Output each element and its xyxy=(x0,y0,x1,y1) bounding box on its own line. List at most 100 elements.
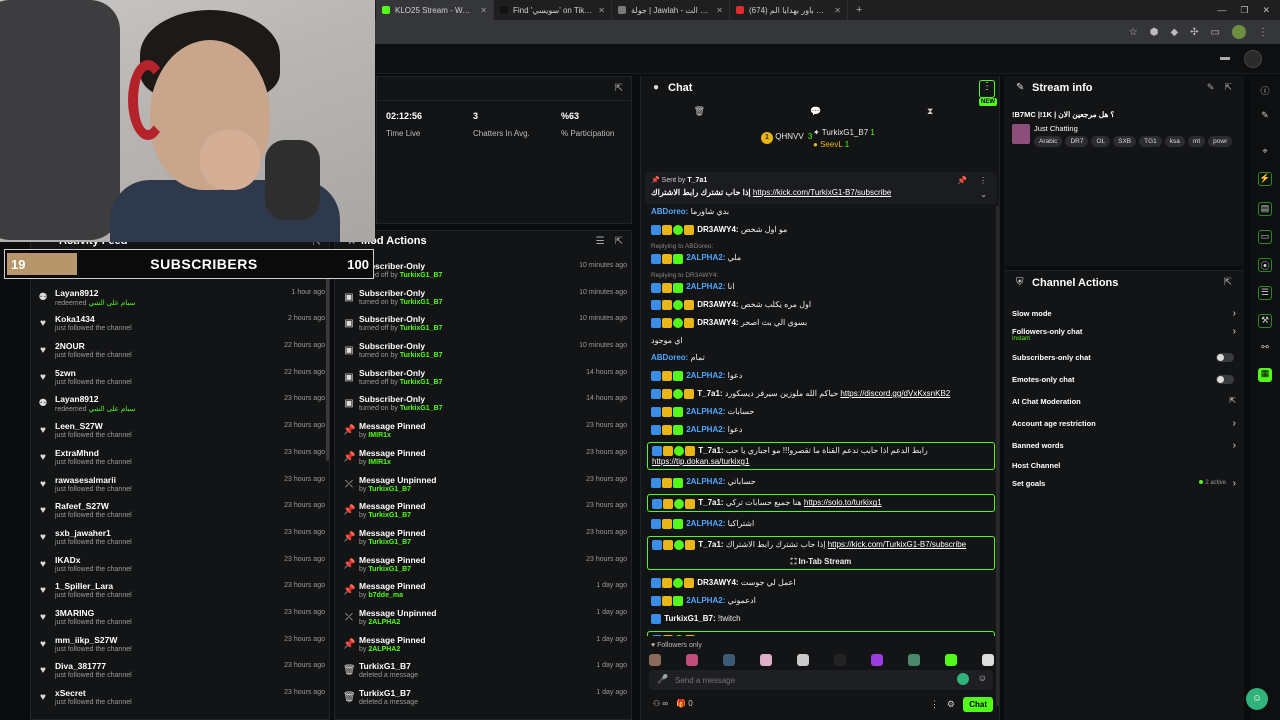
channel-action-row[interactable]: Set goals › 2 active xyxy=(1012,478,1240,493)
chevron-down-icon[interactable]: ⌄ xyxy=(980,190,987,199)
chat-message[interactable]: DR3AWY4: بسوي الي بث اصحر xyxy=(641,317,1001,329)
chat-username[interactable]: T_7a1: xyxy=(698,540,723,549)
activity-item[interactable]: ♥ 5zwn just followed the channel 22 hours a… xyxy=(31,364,329,391)
layout-icon[interactable]: ▬ xyxy=(1220,52,1230,63)
pinned-link[interactable]: https://kick.com/TurkixG1-B7/subscribe xyxy=(753,188,891,197)
browser-tab[interactable]: (674) فاجئت أصحاب باور بهدايا الم ✕ xyxy=(730,0,848,20)
star-icon[interactable]: ☆ xyxy=(1129,27,1138,38)
emote-icon[interactable] xyxy=(797,654,809,666)
send-chat-button[interactable]: Chat xyxy=(963,697,993,712)
chat-link[interactable]: https://www.twitch.tv/turkixg1 xyxy=(726,635,828,636)
activity-user[interactable]: Rafeef_S27W xyxy=(55,501,109,511)
chat-link[interactable]: https://solo.to/turkixg1 xyxy=(804,498,882,507)
emote-icon[interactable] xyxy=(982,654,994,666)
channel-action-row[interactable]: Emotes-only chat xyxy=(1012,375,1240,389)
extension-icon[interactable]: ⬢ xyxy=(1150,27,1159,38)
gear-icon[interactable]: ⚙ xyxy=(947,699,955,710)
activity-user[interactable]: 1_Spiller_Lara xyxy=(55,581,113,591)
chat-input[interactable] xyxy=(675,673,935,687)
more-icon[interactable]: ⋮ xyxy=(930,699,939,710)
chat-message[interactable]: ABDoreo: تمام xyxy=(641,352,1001,363)
crosshair-icon[interactable]: ⌖ xyxy=(1258,146,1272,160)
extension-icon-2[interactable]: ◆ xyxy=(1170,27,1178,38)
microphone-icon[interactable]: 🎤 xyxy=(657,674,668,685)
mod-by-user[interactable]: TurkixG1_B7 xyxy=(368,539,411,546)
pencil-icon[interactable]: ✎ xyxy=(1258,110,1272,124)
chat-username[interactable]: T_7a1: xyxy=(698,446,723,455)
list-icon[interactable]: ☰ xyxy=(1258,286,1272,300)
channel-action-row[interactable]: Host Channel xyxy=(1012,461,1240,475)
chat-bubble-icon[interactable]: 💬 xyxy=(810,106,821,122)
chat-username[interactable]: 2ALPHA2: xyxy=(686,371,725,380)
new-tab-button[interactable]: + xyxy=(848,4,870,16)
activity-user[interactable]: Layan8912 xyxy=(55,288,98,298)
scrollbar[interactable] xyxy=(996,206,999,706)
activity-item[interactable]: ♥ Leen_S27W just followed the channel 23 ho… xyxy=(31,417,329,444)
mod-by-user[interactable]: IMIR1x xyxy=(368,432,391,439)
chat-username[interactable]: 2ALPHA2: xyxy=(686,477,725,486)
chat-username[interactable]: ABDoreo: xyxy=(651,207,688,216)
broadcast-icon[interactable]: ⦿ xyxy=(1258,258,1272,272)
external-link-icon[interactable]: ⇱ xyxy=(1229,396,1236,405)
puzzle-icon[interactable]: ✣ xyxy=(1190,27,1198,38)
chat-username[interactable]: T_7a1: xyxy=(697,389,722,398)
chat-username[interactable]: TurkixG1_B7: xyxy=(664,614,715,623)
chat-icon[interactable]: ▭ xyxy=(1258,230,1272,244)
expand-icon[interactable]: ⇱ xyxy=(615,236,623,247)
chat-username[interactable]: 2ALPHA2: xyxy=(686,253,725,262)
channel-action-row[interactable]: Banned words › xyxy=(1012,440,1240,455)
chat-message[interactable]: 2ALPHA2: حسابات xyxy=(641,406,1001,418)
stream-tag[interactable]: powr xyxy=(1208,136,1233,147)
share-icon[interactable]: ⚯ xyxy=(1258,342,1272,356)
chat-message[interactable]: 2ALPHA2: اشتراكبا xyxy=(641,518,1001,530)
emote-icon[interactable] xyxy=(760,654,772,666)
activity-item[interactable]: ♥ lKADx just followed the channel 23 hours … xyxy=(31,551,329,578)
edit-icon[interactable]: ✎ xyxy=(1207,82,1215,93)
stream-tag[interactable]: OL xyxy=(1091,136,1111,147)
grid-icon[interactable]: ▦ xyxy=(1258,368,1272,382)
channel-action-row[interactable]: Subscribers-only chat xyxy=(1012,353,1240,367)
channel-action-row[interactable]: Slow mode › xyxy=(1012,308,1240,323)
chat-link[interactable]: https://kick.com/TurkixG1-B7/subscribe xyxy=(828,540,966,549)
chevron-right-icon[interactable]: › xyxy=(1233,326,1236,337)
emote-icon[interactable] xyxy=(649,654,661,666)
toggle-switch[interactable] xyxy=(1216,353,1234,362)
emote-icon[interactable] xyxy=(945,654,957,666)
more-icon[interactable]: ⋮ xyxy=(979,176,987,185)
activity-user[interactable]: Diva_381777 xyxy=(55,661,106,671)
gift-icon[interactable]: 🎁 0 xyxy=(676,699,693,708)
activity-item[interactable]: ♥ Diva_381777 just followed the channel 23 … xyxy=(31,657,329,684)
chat-username[interactable]: DR3AWY4: xyxy=(697,300,738,309)
mod-by-user[interactable]: TurkixG1_B7 xyxy=(368,512,411,519)
chevron-right-icon[interactable]: › xyxy=(1233,418,1236,429)
chat-username[interactable]: DR3AWY4: xyxy=(697,225,738,234)
wrench-icon[interactable]: ⚒ xyxy=(1258,314,1272,328)
chat-username[interactable]: 2ALPHA2: xyxy=(686,596,725,605)
chat-message[interactable]: T_7a1: رابط الدعم اذا حابب تدعم القناة م… xyxy=(647,441,995,470)
mod-action-item[interactable]: 📌 Message Pinned by TurkixG1_B7 23 hours ag… xyxy=(335,524,631,551)
chat-message[interactable]: T_7a1: إذا حاب تشترك رابط الاشتراك https… xyxy=(647,536,995,571)
activity-user[interactable]: sxb_jawaher1 xyxy=(55,528,111,538)
mod-by-user[interactable]: TurkixG1_B7 xyxy=(400,405,443,412)
chat-link[interactable]: https://tip.dokan.sa/turkixg1 xyxy=(652,457,749,466)
activity-user[interactable]: Layan8912 xyxy=(55,394,98,404)
chat-message[interactable]: 2ALPHA2: ادعموني xyxy=(641,595,1001,607)
pinned-message[interactable]: 📌 Sent by T_7a1 إذا حاب تشترك رابط الاشت… xyxy=(645,172,997,204)
close-icon[interactable]: ✕ xyxy=(1262,5,1270,16)
emote-icon[interactable] xyxy=(871,654,883,666)
activity-user[interactable]: 3MARING xyxy=(55,608,94,618)
stream-category[interactable]: Just Chatting xyxy=(1034,124,1078,133)
chat-menu-button[interactable]: ⋮ xyxy=(979,80,995,98)
user-avatar[interactable] xyxy=(1244,50,1262,68)
activity-user[interactable]: lKADx xyxy=(55,555,81,565)
pinned-sender[interactable]: T_7a1 xyxy=(687,177,707,184)
mod-action-item[interactable]: ▣ Subscriber-Only turned on by TurkixG1_B7… xyxy=(335,337,631,364)
stream-tag[interactable]: DR7 xyxy=(1065,136,1089,147)
pin-icon[interactable]: 📌 xyxy=(957,176,967,185)
chat-message[interactable]: Replying to ABDoreo: 2ALPHA2: ملي xyxy=(641,241,1001,264)
chat-message[interactable]: 2ALPHA2: دعوا xyxy=(641,370,1001,382)
close-tab-icon[interactable]: ✕ xyxy=(834,6,841,15)
trash-icon[interactable]: 🗑 xyxy=(694,106,705,122)
expand-icon[interactable]: ⇱ xyxy=(1224,277,1232,288)
close-tab-icon[interactable]: ✕ xyxy=(480,6,487,15)
